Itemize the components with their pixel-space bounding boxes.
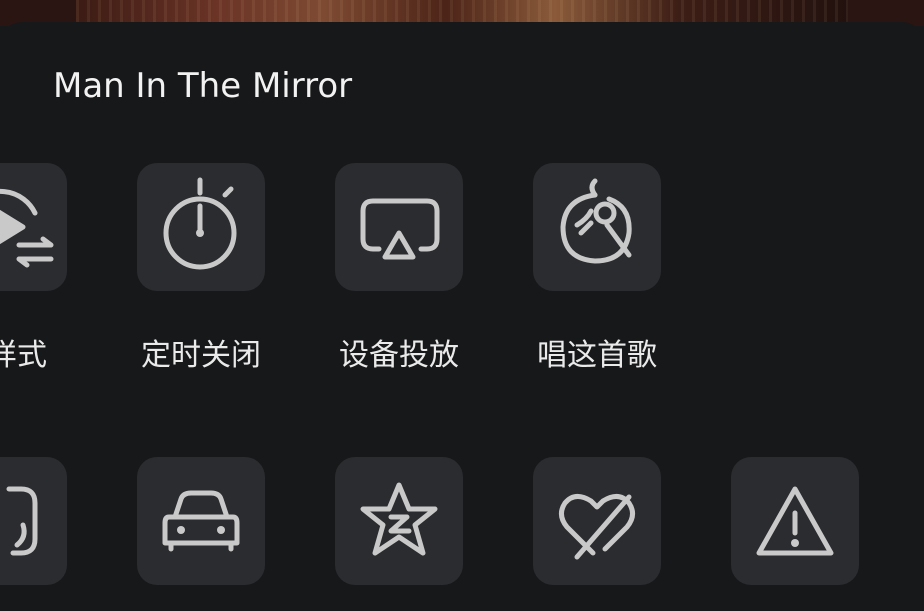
timer-label: 定时关闭 bbox=[141, 338, 261, 373]
car-icon bbox=[162, 490, 240, 552]
report-button[interactable] bbox=[731, 457, 859, 585]
qq-star-button[interactable] bbox=[335, 457, 463, 585]
airplay-icon bbox=[360, 198, 440, 260]
karaoke-label: 唱这首歌 bbox=[537, 338, 657, 373]
timer-icon bbox=[163, 177, 237, 270]
karaoke-button[interactable] bbox=[533, 163, 661, 291]
player-style-label: 器样式 bbox=[0, 338, 47, 373]
warning-icon bbox=[756, 486, 834, 556]
player-style-icon bbox=[0, 189, 54, 268]
heart-slash-icon bbox=[559, 494, 635, 560]
star-icon bbox=[360, 482, 438, 556]
screen: Man In The Mirror 器样式 定时关闭 设备投放 bbox=[0, 0, 924, 611]
cast-device-button[interactable] bbox=[335, 163, 463, 291]
karaoke-icon bbox=[560, 178, 632, 264]
car-mode-button[interactable] bbox=[137, 457, 265, 585]
cast-device-label: 设备投放 bbox=[339, 338, 459, 373]
note-icon bbox=[6, 486, 38, 556]
timer-button[interactable] bbox=[137, 163, 265, 291]
lyrics-button[interactable] bbox=[0, 457, 67, 585]
not-interested-button[interactable] bbox=[533, 457, 661, 585]
song-title: Man In The Mirror bbox=[53, 66, 353, 106]
player-style-button[interactable] bbox=[0, 163, 67, 291]
